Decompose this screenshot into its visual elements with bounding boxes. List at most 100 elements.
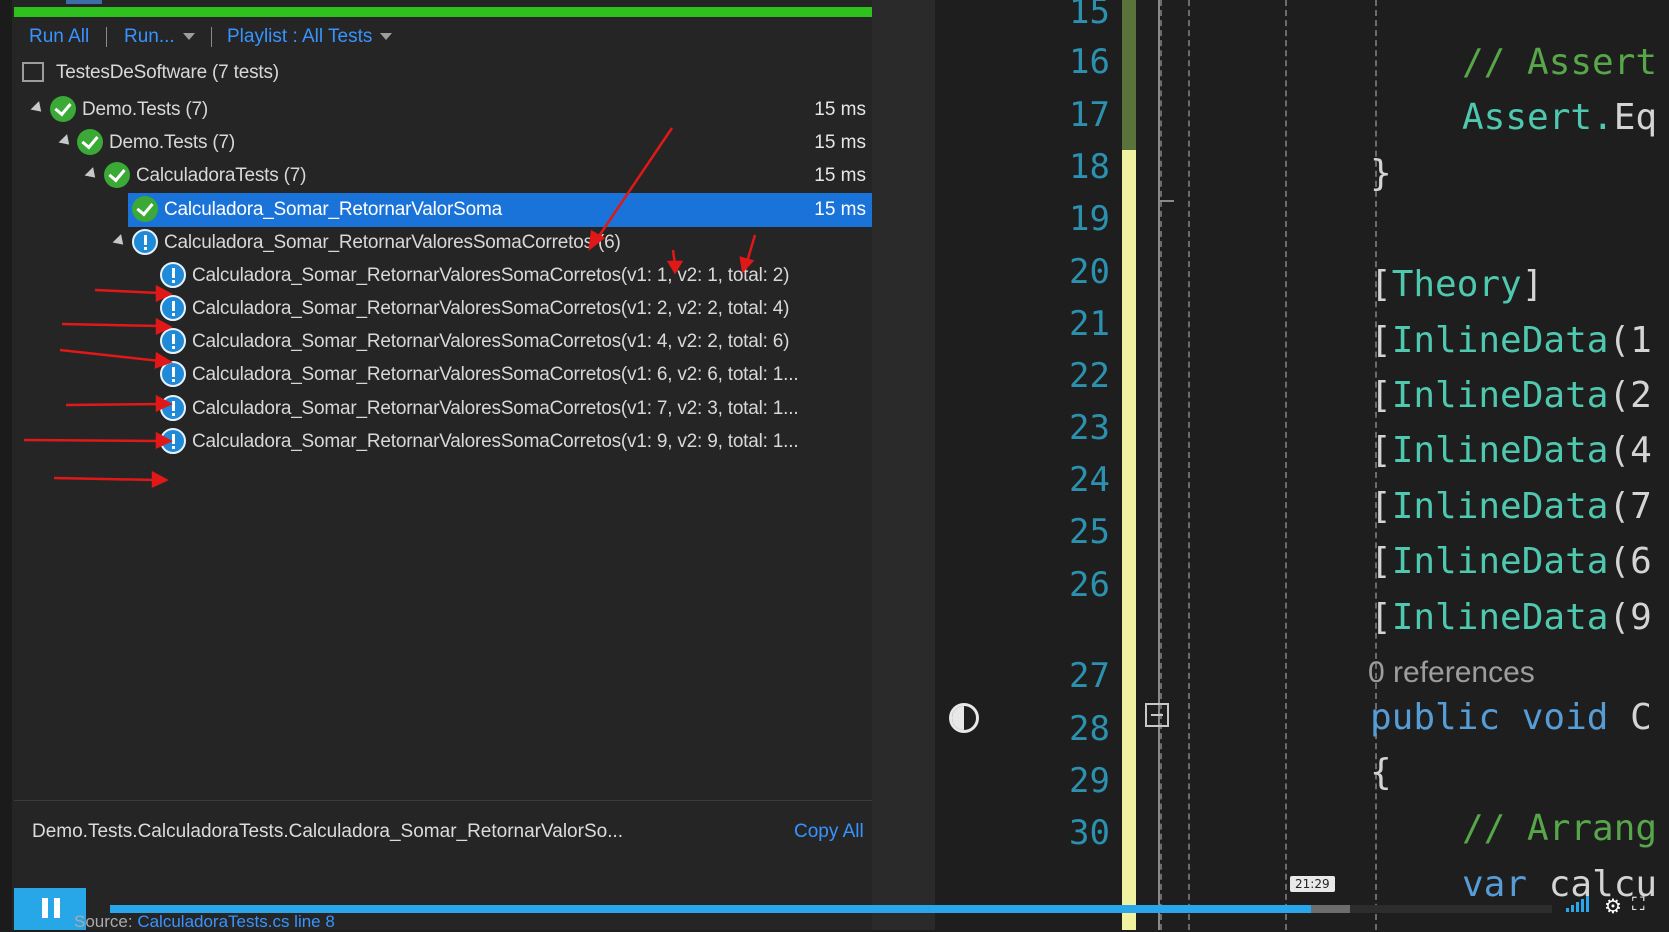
public-keyword: public <box>1370 697 1501 738</box>
fold-guide <box>1158 0 1160 930</box>
test-tree-item[interactable]: Demo.Tests (7) 15 ms <box>14 93 872 127</box>
assert-class: Assert. <box>1462 97 1614 138</box>
test-tree-item[interactable]: CalculadoraTests (7) 15 ms <box>14 159 872 193</box>
theory-attribute: Theory <box>1391 264 1522 305</box>
line-number: 24 <box>1069 460 1110 500</box>
source-prefix: Source: <box>74 912 133 931</box>
test-name: Demo.Tests (7) <box>82 99 209 120</box>
tree-project-node[interactable]: TestesDeSoftware (7 tests) <box>14 56 872 90</box>
passed-check-icon <box>77 129 103 155</box>
expand-triangle-icon[interactable] <box>58 134 74 149</box>
volume-icon[interactable] <box>1566 896 1592 912</box>
test-tree-item[interactable]: Calculadora_Somar_RetornarValoresSomaCor… <box>14 325 872 359</box>
test-tree-item[interactable]: Calculadora_Somar_RetornarValoresSomaCor… <box>14 226 872 260</box>
collapse-icon[interactable] <box>1145 703 1169 727</box>
indent-guide <box>1285 0 1287 930</box>
code-line-23: [InlineData(4 <box>1370 430 1652 471</box>
change-indicator-unsaved <box>1122 150 1136 930</box>
test-tree-item[interactable]: Calculadora_Somar_RetornarValoresSomaCor… <box>14 358 872 392</box>
assert-method: Eq <box>1613 97 1658 138</box>
line-number: 29 <box>1069 761 1110 801</box>
test-explorer-panel: Run All Run... Playlist : All Tests Test… <box>0 0 885 930</box>
test-tree-item[interactable]: Calculadora_Somar_RetornarValoresSomaCor… <box>14 392 872 426</box>
line-number: 25 <box>1069 512 1110 552</box>
inlinedata-args: (2 <box>1608 375 1652 416</box>
test-duration: 15 ms <box>814 99 866 120</box>
line-number: 18 <box>1069 147 1110 187</box>
inlinedata-args: (9 <box>1608 597 1652 638</box>
test-tree-item[interactable]: Demo.Tests (7) 15 ms <box>14 126 872 160</box>
passed-check-icon <box>132 196 158 222</box>
test-tree-item[interactable]: Calculadora_Somar_RetornarValorSoma 15 ms <box>128 193 872 227</box>
test-name: CalculadoraTests (7) <box>136 165 307 186</box>
line-number: 20 <box>1069 252 1110 292</box>
contrast-icon[interactable] <box>949 703 979 733</box>
test-duration: 15 ms <box>814 199 866 220</box>
test-name: Calculadora_Somar_RetornarValorSoma <box>164 199 502 220</box>
line-number: 30 <box>1069 813 1110 853</box>
line-number: 26 <box>1069 565 1110 605</box>
vertical-scrollbar-gutter <box>872 0 935 930</box>
expand-triangle-icon[interactable] <box>30 101 46 116</box>
fullscreen-icon[interactable]: ⛶ <box>1632 894 1645 915</box>
line-number: 28 <box>1069 709 1110 749</box>
run-dropdown-label: Run... <box>124 26 175 47</box>
run-all-button[interactable]: Run All <box>29 26 89 48</box>
test-name: Calculadora_Somar_RetornarValoresSomaCor… <box>192 398 799 419</box>
inlinedata-args: (6 <box>1608 541 1652 582</box>
window-left-edge <box>0 0 12 930</box>
test-project-icon <box>22 62 44 82</box>
line-number: 16 <box>1069 42 1110 82</box>
method-name: C <box>1630 697 1652 738</box>
bracket: [ <box>1370 264 1392 305</box>
test-duration: 15 ms <box>814 132 866 153</box>
expand-triangle-icon[interactable] <box>84 167 100 182</box>
code-line-16: // Assert <box>1462 42 1658 83</box>
playlist-dropdown[interactable]: Playlist : All Tests <box>227 26 393 48</box>
test-explorer-toolbar: Run All Run... Playlist : All Tests <box>14 20 872 52</box>
toolbar-separator <box>211 27 212 47</box>
inlinedata-attribute: InlineData <box>1391 320 1609 361</box>
source-link[interactable]: CalculadoraTests.cs line 8 <box>137 912 334 931</box>
not-run-info-icon <box>160 361 186 387</box>
indent-guide <box>1188 0 1190 930</box>
inlinedata-args: (1 <box>1608 320 1652 361</box>
test-tree-item[interactable]: Calculadora_Somar_RetornarValoresSomaCor… <box>14 259 872 293</box>
toolbar-separator <box>106 27 107 47</box>
time-tooltip: 21:29 <box>1290 876 1335 892</box>
chevron-down-icon <box>380 33 393 41</box>
expand-triangle-icon[interactable] <box>112 234 128 249</box>
details-source: Source: CalculadoraTests.cs line 8 <box>74 912 335 932</box>
not-run-info-icon <box>160 428 186 454</box>
not-run-info-icon <box>160 395 186 421</box>
inlinedata-attribute: InlineData <box>1391 541 1609 582</box>
not-run-info-icon <box>160 295 186 321</box>
codelens-references[interactable]: 0 references <box>1368 656 1535 690</box>
code-line-18: } <box>1370 153 1392 194</box>
test-details-pane: Demo.Tests.CalculadoraTests.Calculadora_… <box>14 800 872 842</box>
annotation-arrowhead <box>151 470 169 488</box>
tab-accent <box>66 0 102 4</box>
test-tree-item[interactable]: Calculadora_Somar_RetornarValoresSomaCor… <box>14 292 872 326</box>
run-dropdown-button[interactable]: Run... <box>124 26 195 48</box>
line-number: 17 <box>1069 95 1110 135</box>
code-line-20: [Theory] <box>1370 264 1543 305</box>
test-tree-item[interactable]: Calculadora_Somar_RetornarValoresSomaCor… <box>14 425 872 459</box>
copy-all-link[interactable]: Copy All <box>794 821 864 843</box>
inlinedata-attribute: InlineData <box>1391 486 1609 527</box>
test-name: Calculadora_Somar_RetornarValoresSomaCor… <box>164 232 621 253</box>
inlinedata-attribute: InlineData <box>1391 430 1609 471</box>
not-run-info-icon <box>160 328 186 354</box>
line-number: 22 <box>1069 356 1110 396</box>
fold-line-end <box>1160 200 1174 202</box>
project-label: TestesDeSoftware (7 tests) <box>56 62 279 83</box>
details-test-name: Demo.Tests.CalculadoraTests.Calculadora_… <box>32 821 624 842</box>
inlinedata-args: (7 <box>1608 486 1652 527</box>
chevron-down-icon <box>182 33 195 41</box>
playlist-label: Playlist : All Tests <box>227 26 373 47</box>
test-name: Calculadora_Somar_RetornarValoresSomaCor… <box>192 431 799 452</box>
code-line-25: [InlineData(6 <box>1370 541 1652 582</box>
code-line-21: [InlineData(1 <box>1370 320 1652 361</box>
gear-icon[interactable]: ⚙ <box>1604 894 1622 919</box>
inlinedata-args: (4 <box>1608 430 1652 471</box>
